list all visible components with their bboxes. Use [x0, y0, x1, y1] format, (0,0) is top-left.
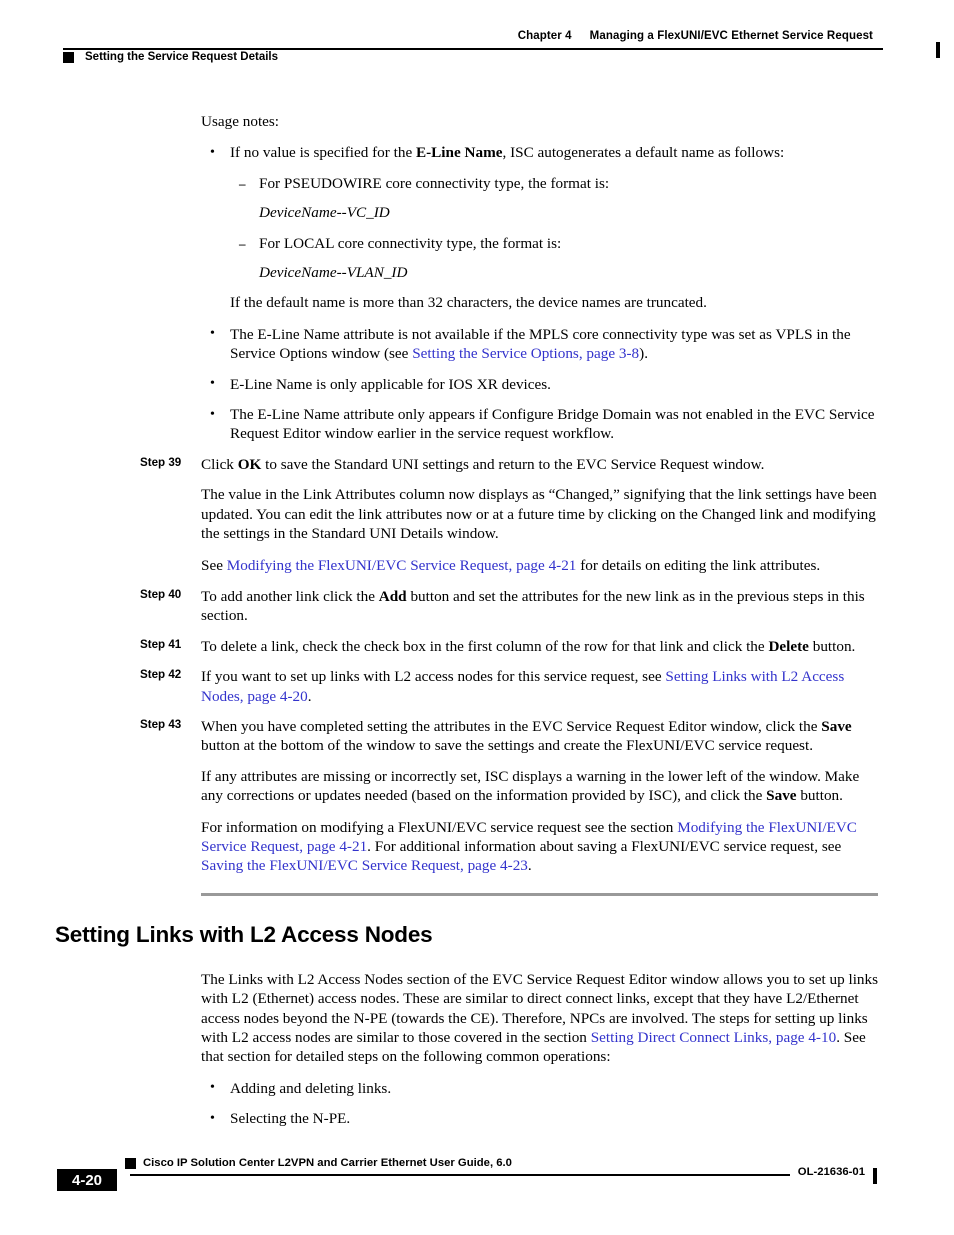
bullet-dot-icon: • [210, 1110, 215, 1126]
footer-endcap-bar [873, 1168, 877, 1184]
header-chapter-number: Chapter 4 [517, 30, 572, 42]
warning-post: button. [796, 787, 843, 805]
step-40: Step 40 To add another link click the Ad… [140, 587, 878, 626]
step-40-bold: Add [378, 587, 407, 605]
format-local: DeviceName--VLAN_ID [259, 264, 408, 282]
step-43-pre: When you have completed setting the attr… [201, 717, 822, 735]
link-setting-service-options[interactable]: Setting the Service Options, page 3-8 [412, 345, 639, 362]
step-39-pre: Click [201, 455, 238, 473]
step-39-body: Click OK to save the Standard UNI settin… [201, 455, 878, 474]
step-39-post: to save the Standard UNI settings and re… [261, 455, 765, 473]
dash-bullet-icon: – [239, 175, 246, 191]
dash-pseudowire-text: For PSEUDOWIRE core connectivity type, t… [259, 174, 610, 192]
step-40-pre: To add another link click the [201, 587, 379, 605]
square-bullet-icon [63, 51, 74, 63]
see-modifying-paragraph: See Modifying the FlexUNI/EVC Service Re… [201, 556, 878, 575]
footer-square-icon [125, 1158, 136, 1169]
bullet-bridge-domain: • The E-Line Name attribute only appears… [201, 405, 878, 444]
step-39-bold: OK [237, 455, 262, 473]
bullet-vpls-note: • The E-Line Name attribute is not avail… [201, 325, 878, 364]
bullet-dot-icon: • [210, 376, 215, 392]
page-footer: Cisco IP Solution Center L2VPN and Carri… [0, 1152, 954, 1212]
step-43: Step 43 When you have completed setting … [140, 717, 878, 756]
header-endcap-bar [936, 42, 940, 58]
warning-bold-save: Save [766, 787, 797, 805]
bullet-bridge-domain-text: The E-Line Name attribute only appears i… [230, 406, 875, 443]
info-post: . [527, 857, 532, 875]
step-43-label: Step 43 [140, 717, 182, 731]
bullet-selecting-npe: • Selecting the N-PE. [201, 1109, 878, 1128]
bullet-adding-deleting-links-text: Adding and deleting links. [230, 1079, 392, 1097]
section-intro-paragraph: The Links with L2 Access Nodes section o… [201, 970, 878, 1067]
step-40-label: Step 40 [140, 587, 182, 601]
step-41-body: To delete a link, check the check box in… [201, 637, 878, 656]
step-39-label: Step 39 [140, 455, 182, 469]
bullet-selecting-npe-text: Selecting the N-PE. [230, 1110, 351, 1128]
bullet-eline-pre: If no value is specified for the [230, 144, 416, 162]
bullet-dot-icon: • [210, 326, 215, 342]
truncate-note: If the default name is more than 32 char… [230, 294, 707, 312]
dash-local: – For LOCAL core connectivity type, the … [201, 234, 878, 253]
bullet-eline-name: • If no value is specified for the E-Lin… [201, 143, 878, 162]
body-column: Usage notes: • If no value is specified … [55, 112, 878, 1129]
step-40-body: To add another link click the Add button… [201, 587, 878, 626]
step-42: Step 42 If you want to set up links with… [140, 667, 878, 706]
step-43-post: button at the bottom of the window to sa… [201, 737, 813, 755]
step-43-bold: Save [821, 717, 852, 735]
step-43-body: When you have completed setting the attr… [201, 717, 878, 756]
step-42-label: Step 42 [140, 668, 182, 682]
header-rule [63, 48, 883, 50]
header-section-name: Setting the Service Request Details [85, 51, 279, 63]
section-separator-rule [201, 892, 878, 896]
footer-page-number: 4-20 [57, 1169, 117, 1191]
see-pre: See [201, 556, 227, 574]
bullet-vpls-post: ). [639, 345, 649, 363]
header-running-head: Setting the Service Request Details [63, 51, 289, 63]
page-content: Usage notes: • If no value is specified … [0, 112, 954, 1140]
section-heading: Setting Links with L2 Access Nodes [55, 921, 433, 947]
footer-document-id: OL-21636-01 [789, 1166, 873, 1178]
warning-paragraph: If any attributes are missing or incorre… [201, 767, 878, 806]
bullet-dot-icon: • [210, 144, 215, 160]
format-pseudowire: DeviceName--VC_ID [259, 204, 390, 222]
page-header: Chapter 4 Managing a FlexUNI/EVC Ethernet… [63, 30, 940, 72]
link-saving-flexuni-evc-4-23[interactable]: Saving the FlexUNI/EVC Service Request, … [201, 857, 528, 874]
link-setting-direct-connect-links-4-10[interactable]: Setting Direct Connect Links, page 4-10 [591, 1029, 836, 1046]
step-41-post: button. [808, 637, 856, 655]
step-41-bold: Delete [768, 637, 809, 655]
footer-rule [130, 1174, 877, 1176]
bullet-eline-bold: E-Line Name [415, 144, 503, 162]
usage-notes-heading: Usage notes: [201, 113, 280, 130]
header-chapter-title: Managing a FlexUNI/EVC Ethernet Service … [589, 30, 873, 42]
info-pre: For information on modifying a FlexUNI/E… [201, 818, 678, 836]
dash-pseudowire: – For PSEUDOWIRE core connectivity type,… [201, 174, 878, 193]
warning-pre: If any attributes are missing or incorre… [201, 767, 860, 805]
dash-bullet-icon: – [239, 235, 246, 251]
header-chapter-info: Chapter 4 Managing a FlexUNI/EVC Ethernet… [509, 30, 879, 42]
step-41-label: Step 41 [140, 637, 182, 651]
link-modifying-flexuni-evc-4-21[interactable]: Modifying the FlexUNI/EVC Service Reques… [227, 557, 577, 574]
footer-guide-title: Cisco IP Solution Center L2VPN and Carri… [143, 1157, 518, 1169]
more-info-paragraph: For information on modifying a FlexUNI/E… [201, 818, 878, 876]
step-42-pre: If you want to set up links with L2 acce… [201, 668, 666, 686]
step-41-pre: To delete a link, check the check box in… [201, 637, 769, 655]
step-39: Step 39 Click OK to save the Standard UN… [140, 455, 878, 474]
link-attributes-paragraph: The value in the Link Attributes column … [201, 486, 877, 543]
dash-local-text: For LOCAL core connectivity type, the fo… [259, 234, 562, 252]
bullet-adding-deleting-links: • Adding and deleting links. [201, 1079, 878, 1098]
step-41: Step 41 To delete a link, check the chec… [140, 637, 878, 656]
bullet-eline-post: , ISC autogenerates a default name as fo… [502, 144, 785, 162]
bullet-dot-icon: • [210, 406, 215, 422]
info-mid: . For additional information about savin… [367, 837, 842, 855]
step-42-body: If you want to set up links with L2 acce… [201, 667, 878, 706]
bullet-iosxr-text: E-Line Name is only applicable for IOS X… [230, 375, 551, 393]
step-42-post: . [307, 687, 312, 705]
bullet-iosxr: • E-Line Name is only applicable for IOS… [201, 375, 878, 394]
see-post: for details on editing the link attribut… [576, 556, 821, 574]
bullet-dot-icon: • [210, 1080, 215, 1096]
